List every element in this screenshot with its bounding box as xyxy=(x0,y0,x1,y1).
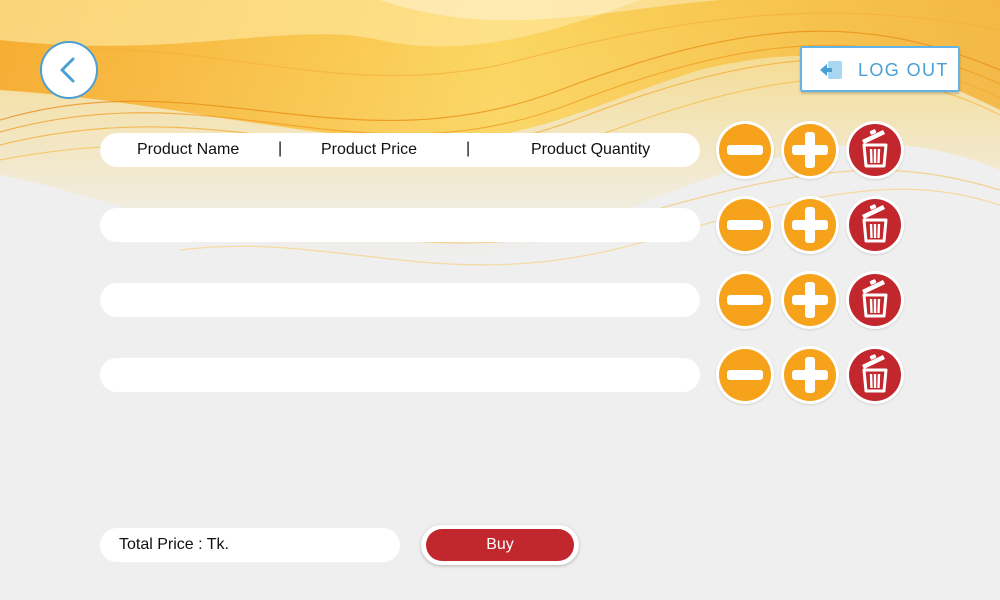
total-price-label: Total Price : Tk. xyxy=(119,536,229,553)
minus-icon xyxy=(719,124,771,176)
trash-icon xyxy=(849,349,901,401)
buy-button[interactable]: Buy xyxy=(421,525,579,565)
plus-icon xyxy=(784,274,836,326)
trash-icon xyxy=(849,274,901,326)
plus-icon xyxy=(784,124,836,176)
logout-arrow-icon xyxy=(820,61,842,79)
increase-quantity-button[interactable] xyxy=(781,196,839,254)
product-row xyxy=(100,358,700,392)
column-header-product-quantity: Product Quantity xyxy=(531,141,651,158)
minus-icon xyxy=(719,349,771,401)
column-header-product-name: Product Name xyxy=(137,141,240,158)
product-row xyxy=(100,283,700,317)
back-button[interactable] xyxy=(40,41,98,99)
increase-quantity-button[interactable] xyxy=(781,346,839,404)
delete-item-button[interactable] xyxy=(846,121,904,179)
delete-item-button[interactable] xyxy=(846,346,904,404)
minus-icon xyxy=(719,274,771,326)
column-separator: | xyxy=(466,140,471,157)
logout-label: LOG OUT xyxy=(858,60,949,80)
column-separator: | xyxy=(278,140,283,157)
logout-button[interactable]: LOG OUT xyxy=(800,46,960,92)
trash-icon xyxy=(849,124,901,176)
product-row xyxy=(100,208,700,242)
increase-quantity-button[interactable] xyxy=(781,121,839,179)
plus-icon xyxy=(784,349,836,401)
column-header-product-price: Product Price xyxy=(321,141,418,158)
decrease-quantity-button[interactable] xyxy=(716,271,774,329)
decrease-quantity-button[interactable] xyxy=(716,121,774,179)
plus-icon xyxy=(784,199,836,251)
increase-quantity-button[interactable] xyxy=(781,271,839,329)
table-header-row: Product Name | Product Price | Product Q… xyxy=(100,133,700,167)
chevron-left-icon xyxy=(60,57,75,83)
decrease-quantity-button[interactable] xyxy=(716,346,774,404)
buy-button-label: Buy xyxy=(426,529,574,561)
delete-item-button[interactable] xyxy=(846,271,904,329)
total-price-field: Total Price : Tk. xyxy=(100,528,400,562)
decrease-quantity-button[interactable] xyxy=(716,196,774,254)
minus-icon xyxy=(719,199,771,251)
delete-item-button[interactable] xyxy=(846,196,904,254)
trash-icon xyxy=(849,199,901,251)
